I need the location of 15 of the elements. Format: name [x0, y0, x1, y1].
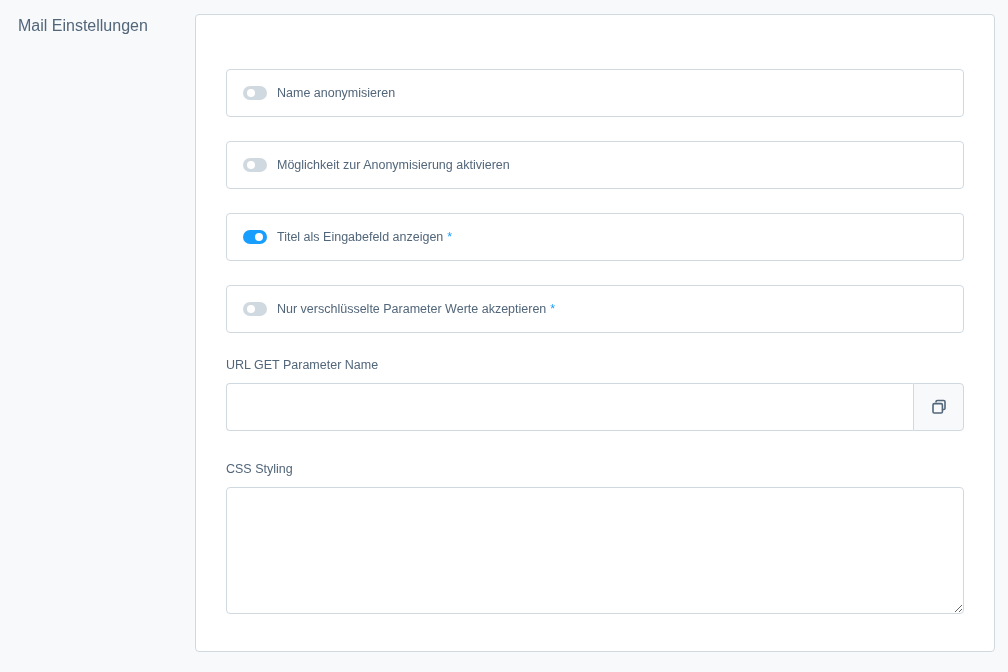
copy-icon: [930, 399, 947, 415]
section-title: Mail Einstellungen: [18, 16, 148, 36]
textarea-field[interactable]: [226, 487, 964, 614]
toggle-switch[interactable]: [243, 302, 267, 316]
input-field[interactable]: [226, 383, 913, 431]
toggle-switch[interactable]: [243, 158, 267, 172]
field-label: URL GET Parameter Name: [226, 357, 379, 373]
toggle-label: Möglichkeit zur Anonymisierung aktivieren: [277, 158, 510, 172]
toggle-label: Titel als Eingabefeld anzeigen *: [277, 230, 453, 244]
toggle-switch[interactable]: [243, 230, 267, 244]
toggle-switch[interactable]: [243, 86, 267, 100]
toggle-label: Nur verschlüsselte Parameter Werte akzeptieren *: [277, 302, 556, 316]
toggle-label: Name anonymisieren: [277, 86, 396, 100]
copy-button[interactable]: [913, 383, 964, 431]
field-label: CSS Styling: [226, 461, 293, 477]
